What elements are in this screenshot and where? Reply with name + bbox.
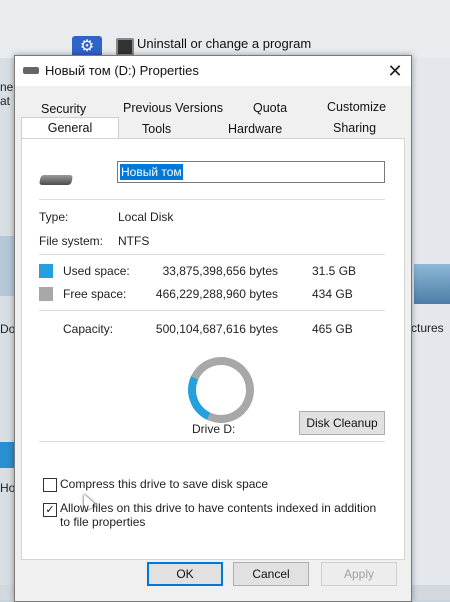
divider — [39, 199, 385, 200]
background-thumbnail — [0, 236, 14, 296]
tab-hardware[interactable]: Hardware — [228, 119, 282, 139]
dialog-title: Новый том (D:) Properties — [45, 63, 199, 78]
free-space-swatch — [39, 287, 53, 301]
free-space-bytes: 466,229,288,960 bytes — [155, 287, 278, 301]
ok-button[interactable]: OK — [147, 562, 223, 586]
type-label: Type: — [39, 210, 69, 224]
tab-general[interactable]: General — [21, 117, 119, 140]
divider — [39, 254, 385, 255]
background-pictures-label: ctures — [411, 321, 444, 335]
tab-quota[interactable]: Quota — [253, 98, 287, 118]
drive-icon — [23, 67, 39, 74]
divider — [39, 310, 385, 311]
uninstall-link[interactable]: Uninstall or change a program — [137, 36, 311, 51]
dialog-titlebar: Новый том (D:) Properties ✕ — [15, 56, 411, 86]
compress-label: Compress this drive to save disk space — [60, 477, 269, 491]
drive-label: Drive D: — [192, 422, 236, 436]
volume-name-input[interactable]: Новый том — [117, 161, 385, 183]
index-checkbox[interactable]: ✓ — [43, 503, 57, 517]
disk-cleanup-button[interactable]: Disk Cleanup — [299, 411, 385, 435]
drive-usage-donut-chart — [178, 347, 264, 433]
background-text-fragment: ne — [0, 80, 14, 94]
tab-tools[interactable]: Tools — [142, 119, 171, 139]
local-disk-icon — [38, 175, 74, 185]
index-label: Allow files on this drive to have conten… — [60, 501, 377, 529]
compress-checkbox[interactable] — [43, 478, 57, 492]
capacity-size: 465 GB — [312, 322, 353, 336]
used-space-bytes: 33,875,398,656 bytes — [162, 264, 278, 278]
file-system-value: NTFS — [118, 234, 150, 248]
tab-customize[interactable]: Customize — [327, 97, 386, 117]
cancel-button[interactable]: Cancel — [233, 562, 309, 586]
properties-dialog: Новый том (D:) Properties ✕ Security Pre… — [14, 55, 412, 602]
tab-sharing[interactable]: Sharing — [333, 118, 376, 138]
close-icon[interactable]: ✕ — [379, 56, 411, 86]
used-space-label: Used space: — [63, 264, 130, 278]
divider — [39, 441, 385, 442]
free-space-label: Free space: — [63, 287, 127, 301]
used-space-size: 31.5 GB — [312, 264, 357, 278]
capacity-label: Capacity: — [63, 322, 114, 336]
general-tab-panel: Новый том Type: Local Disk File system: … — [21, 138, 405, 560]
type-value: Local Disk — [118, 210, 174, 224]
capacity-bytes: 500,104,687,616 bytes — [155, 322, 278, 336]
volume-name-value: Новый том — [120, 164, 183, 180]
background-highlight — [0, 442, 14, 468]
file-system-label: File system: — [39, 234, 104, 248]
used-space-swatch — [39, 264, 53, 278]
uninstall-icon — [116, 38, 134, 56]
apply-button[interactable]: Apply — [321, 562, 397, 586]
background-text-fragment: at — [0, 94, 11, 108]
free-space-size: 434 GB — [312, 287, 353, 301]
background-thumbnail — [414, 264, 450, 304]
tab-security[interactable]: Security — [41, 99, 86, 119]
tab-previous-versions[interactable]: Previous Versions — [123, 98, 223, 118]
